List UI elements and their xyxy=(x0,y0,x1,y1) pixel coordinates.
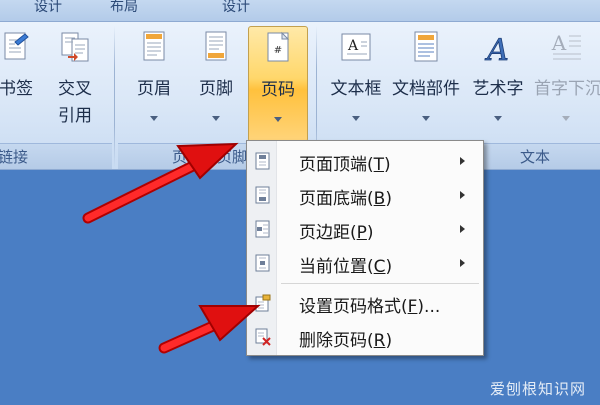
menu-item-format-page-numbers[interactable]: 设置页码格式(F)... xyxy=(249,287,481,319)
group-label-links: 链接 xyxy=(0,148,29,166)
menu-item-top-of-page[interactable]: 页面顶端(T) xyxy=(249,145,481,177)
remove-page-number-icon xyxy=(255,328,271,346)
page-top-icon xyxy=(255,152,270,170)
menu-item-label: 当前位置( xyxy=(299,257,374,277)
drop-cap-button[interactable]: A 首字下沉 xyxy=(532,22,600,140)
header-icon xyxy=(143,31,165,61)
text-box-button[interactable]: A 文本框 xyxy=(324,22,388,140)
tab-layout[interactable]: 布局 xyxy=(110,0,138,16)
bookmark-label: 书签 xyxy=(0,79,33,99)
format-page-number-icon xyxy=(255,294,271,312)
submenu-arrow-icon xyxy=(460,225,465,233)
menu-item-label-tail: ) xyxy=(384,155,391,175)
svg-text:A: A xyxy=(347,38,359,54)
menu-item-label: 页边距( xyxy=(299,223,357,243)
submenu-arrow-icon xyxy=(460,259,465,267)
annotation-arrow-icon xyxy=(158,305,261,354)
current-position-icon xyxy=(255,254,270,272)
chevron-down-icon xyxy=(562,116,570,121)
menu-item-accesskey: F xyxy=(407,297,418,317)
menu-item-label: 删除页码( xyxy=(299,331,374,351)
menu-item-accesskey: B xyxy=(373,189,386,209)
cross-reference-icon xyxy=(61,32,89,62)
wordart-button[interactable]: A 艺术字 xyxy=(466,22,530,140)
menu-item-label-tail: ) xyxy=(385,331,393,351)
menu-item-accesskey: T xyxy=(373,155,385,175)
page-number-button[interactable]: # 页码 xyxy=(248,26,308,142)
menu-item-label-tail: ) xyxy=(385,257,393,277)
menu-item-label: 设置页码格式( xyxy=(299,297,408,317)
cross-reference-label-2: 引用 xyxy=(58,106,92,126)
submenu-arrow-icon xyxy=(460,191,465,199)
ribbon-tab-bar: 设计 布局 设计 xyxy=(0,0,600,22)
page-bottom-icon xyxy=(255,186,270,204)
text-box-label: 文本框 xyxy=(330,79,382,99)
menu-item-accesskey: P xyxy=(356,223,367,243)
svg-text:A: A xyxy=(484,33,509,64)
svg-text:A: A xyxy=(551,31,567,55)
chevron-down-icon xyxy=(212,116,220,121)
menu-item-label-tail: )... xyxy=(417,297,441,317)
wordart-label: 艺术字 xyxy=(472,79,524,99)
menu-item-current-position[interactable]: 当前位置(C) xyxy=(249,247,481,279)
header-button[interactable]: 页眉 xyxy=(126,22,182,140)
header-label: 页眉 xyxy=(137,79,171,99)
quick-parts-icon xyxy=(414,31,438,62)
text-box-icon: A xyxy=(341,33,371,61)
page-margin-icon xyxy=(255,220,270,238)
menu-item-label-tail: ) xyxy=(366,223,374,243)
bookmark-button[interactable]: 书签 xyxy=(0,22,40,140)
menu-item-remove-page-numbers[interactable]: 删除页码(R) xyxy=(249,321,481,353)
menu-item-accesskey: R xyxy=(373,331,386,351)
chevron-down-icon xyxy=(150,116,158,121)
group-separator xyxy=(114,26,115,168)
menu-item-page-margins[interactable]: 页边距(P) xyxy=(249,213,481,245)
page-number-icon: # xyxy=(267,31,290,62)
tab-design-1[interactable]: 设计 xyxy=(34,0,62,16)
quick-parts-button[interactable]: 文档部件 xyxy=(388,22,464,140)
chevron-down-icon xyxy=(274,117,282,122)
drop-cap-icon: A xyxy=(551,31,581,60)
footer-icon xyxy=(205,31,227,61)
chevron-down-icon xyxy=(422,116,430,121)
page-number-label: 页码 xyxy=(261,80,295,100)
menu-item-label: 页面底端( xyxy=(299,189,374,209)
footer-button[interactable]: 页脚 xyxy=(188,22,244,140)
svg-text:#: # xyxy=(274,45,282,56)
wordart-icon: A xyxy=(484,33,509,64)
quick-parts-label: 文档部件 xyxy=(392,79,460,99)
drop-cap-label: 首字下沉 xyxy=(534,79,600,99)
page-number-dropdown-menu: 页面顶端(T) 页面底端(B) 页边距(P) 当前位置(C) 设置页码格式(F)… xyxy=(246,140,484,356)
chevron-down-icon xyxy=(494,116,502,121)
menu-item-bottom-of-page[interactable]: 页面底端(B) xyxy=(249,179,481,211)
menu-item-label: 页面顶端( xyxy=(299,155,374,175)
tab-design-2[interactable]: 设计 xyxy=(222,0,250,16)
menu-item-accesskey: C xyxy=(373,257,386,277)
bookmark-icon xyxy=(4,32,29,60)
chevron-down-icon xyxy=(352,116,360,121)
menu-separator xyxy=(281,283,479,284)
menu-item-label-tail: ) xyxy=(385,189,392,209)
footer-label: 页脚 xyxy=(199,79,233,99)
submenu-arrow-icon xyxy=(460,157,465,165)
group-label-text: 文本 xyxy=(520,148,551,166)
cross-reference-button[interactable]: 交叉 引用 xyxy=(50,22,100,140)
group-label-header-footer: 页眉和页脚 xyxy=(172,148,248,166)
watermark: 爱刨根知识网 xyxy=(489,380,586,398)
cross-reference-label: 交叉 xyxy=(58,79,92,99)
